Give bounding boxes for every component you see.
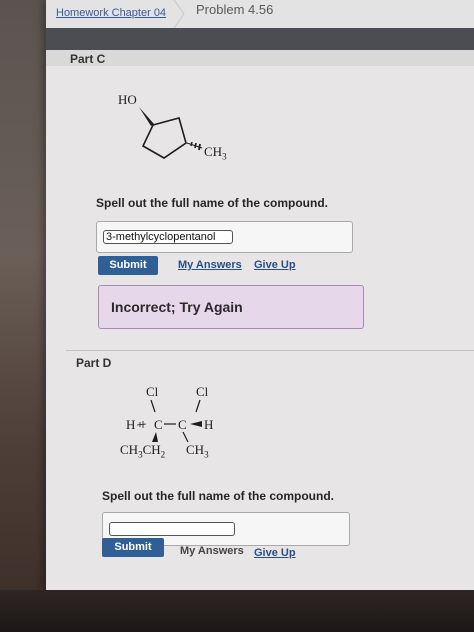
part-c-answer-input[interactable]: 3-methylcyclopentanol <box>103 230 233 244</box>
part-d-give-up-link[interactable]: Give Up <box>254 547 296 559</box>
part-c-give-up-link[interactable]: Give Up <box>254 259 296 271</box>
subheader-band <box>46 50 474 66</box>
part-d-title: Part D <box>76 356 112 370</box>
part-c-feedback-box: Incorrect; Try Again <box>98 285 364 329</box>
monitor-bezel-left <box>0 0 52 632</box>
part-d-my-answers-link[interactable]: My Answers <box>180 545 244 557</box>
feedback-message: Incorrect; Try Again <box>111 299 243 315</box>
cyclopentane-ring-icon <box>139 107 203 159</box>
part-d-answer-input[interactable] <box>109 522 235 536</box>
part-c-submit-button[interactable]: Submit <box>98 256 158 275</box>
part-d-structure: Cl Cl H C C H CH3CH2 CH3 <box>120 384 260 464</box>
part-d-question: Spell out the full name of the compound. <box>102 489 334 503</box>
monitor-bezel-bottom <box>0 590 474 632</box>
carbon-left-label: C <box>154 417 163 432</box>
breadcrumb-current: Problem 4.56 <box>196 2 274 17</box>
ethyl-label: CH3CH2 <box>120 442 166 460</box>
hydrogen-left-label: H <box>126 417 136 432</box>
part-c-structure: HO CH3 <box>106 88 306 178</box>
header-band <box>46 28 474 50</box>
methyl-label: CH3 <box>204 144 227 162</box>
part-c-answer-container: 3-methylcyclopentanol <box>96 221 353 253</box>
part-c-my-answers-link[interactable]: My Answers <box>178 259 242 271</box>
methyl-d-label: CH3 <box>186 442 209 460</box>
part-c-title: Part C <box>70 52 106 66</box>
breadcrumb-chevron-icon <box>173 0 185 28</box>
section-divider <box>66 350 474 351</box>
carbon-right-label: C <box>178 417 187 432</box>
breadcrumb: Homework Chapter 04 Problem 4.56 <box>46 0 474 28</box>
part-c-question: Spell out the full name of the compound. <box>96 196 328 210</box>
part-d-submit-button[interactable]: Submit <box>102 538 164 557</box>
hydrogen-right-label: H <box>204 417 214 432</box>
browser-viewport: Homework Chapter 04 Problem 4.56 Part C … <box>46 0 474 592</box>
breadcrumb-homework-link[interactable]: Homework Chapter 04 <box>56 7 166 19</box>
